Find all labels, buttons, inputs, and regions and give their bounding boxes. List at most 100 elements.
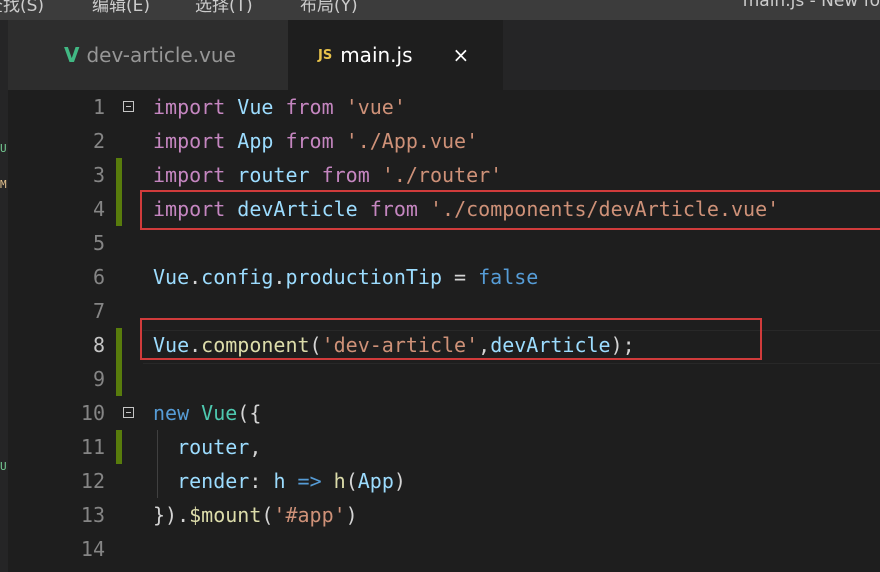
fold-icon[interactable]: [123, 407, 134, 418]
code-token: Vue: [237, 95, 274, 119]
code-line[interactable]: 14: [8, 532, 880, 566]
code-line[interactable]: 2 import App from './App.vue': [8, 124, 880, 158]
code-token: from: [285, 129, 334, 153]
line-number: 5: [92, 231, 105, 255]
code-token: =: [442, 265, 479, 289]
code-line[interactable]: 8 Vue.component('dev-article',devArticle)…: [8, 328, 880, 362]
tab-label: main.js: [340, 43, 413, 67]
code-token: false: [478, 265, 539, 289]
code-text: import devArticle from './components/dev…: [153, 192, 779, 226]
code-token: ,: [249, 435, 262, 459]
line-number: 10: [80, 401, 105, 425]
code-text: }).$mount('#app'): [153, 498, 358, 532]
code-token: router: [177, 435, 250, 459]
code-token: Vue: [153, 265, 190, 289]
code-text: router,: [153, 430, 261, 464]
code-token: h: [273, 469, 286, 493]
line-number: 2: [92, 129, 105, 153]
fold-icon[interactable]: [123, 101, 134, 112]
tab-bar: V dev-article.vue JS main.js ×: [8, 20, 880, 90]
code-token: import: [153, 95, 226, 119]
code-text: import App from './App.vue': [153, 124, 478, 158]
code-text: Vue.config.productionTip = false: [153, 260, 538, 294]
code-line[interactable]: 5: [8, 226, 880, 260]
code-text: render: h => h(App): [153, 464, 406, 498]
git-status-icon: U: [0, 460, 7, 473]
code-token: $mount: [189, 503, 262, 527]
line-number: 11: [80, 435, 105, 459]
code-token: './router': [381, 163, 503, 187]
code-token: .: [273, 265, 286, 289]
code-token: 'vue': [345, 95, 406, 119]
git-status-icon: U: [0, 142, 7, 155]
code-token: productionTip: [285, 265, 443, 289]
code-token: :: [249, 469, 274, 493]
vue-icon: V: [64, 43, 80, 67]
code-line[interactable]: 12 render: h => h(App): [8, 464, 880, 498]
code-token: App: [357, 469, 394, 493]
menu-bar: 查找(S) 编辑(E) 选择(T) 布局(Y) main.js - New fo: [0, 0, 880, 20]
code-token: (: [309, 333, 322, 357]
code-line[interactable]: 3 import router from './router': [8, 158, 880, 192]
tab-label: dev-article.vue: [86, 43, 236, 67]
line-number: 7: [92, 299, 105, 323]
code-token: h: [333, 469, 346, 493]
code-token: }).: [153, 503, 190, 527]
line-number: 6: [92, 265, 105, 289]
close-icon[interactable]: ×: [453, 43, 470, 67]
code-token: import: [153, 129, 226, 153]
code-editor[interactable]: 1 import Vue from 'vue' 2 import App from '…: [8, 90, 880, 572]
code-token: render: [177, 469, 250, 493]
code-token: .: [189, 265, 202, 289]
code-line[interactable]: 10 new Vue({: [8, 396, 880, 430]
menu-item-edit[interactable]: 编辑(E): [92, 0, 150, 16]
code-token: from: [285, 95, 334, 119]
code-token: ,: [478, 333, 491, 357]
code-token: './components/devArticle.vue': [429, 197, 780, 221]
menu-item-layout[interactable]: 布局(Y): [300, 0, 358, 16]
code-token: from: [321, 163, 370, 187]
code-token: Vue: [201, 401, 238, 425]
line-number: 3: [92, 163, 105, 187]
code-text: import Vue from 'vue': [153, 90, 406, 124]
code-line[interactable]: 1 import Vue from 'vue': [8, 90, 880, 124]
code-token: new: [153, 401, 190, 425]
code-line[interactable]: 13}).$mount('#app'): [8, 498, 880, 532]
code-token: router: [237, 163, 310, 187]
code-token: Vue: [153, 333, 190, 357]
code-token: '#app': [273, 503, 346, 527]
code-line[interactable]: 7: [8, 294, 880, 328]
tab-dev-article-vue[interactable]: V dev-article.vue: [8, 20, 288, 90]
code-line[interactable]: 9: [8, 362, 880, 396]
activity-bar: U M U: [0, 20, 8, 572]
menu-item-select[interactable]: 选择(T): [195, 0, 253, 16]
code-token: devArticle: [490, 333, 611, 357]
code-line[interactable]: 11 router,: [8, 430, 880, 464]
code-token: component: [201, 333, 310, 357]
code-token: =>: [297, 469, 322, 493]
code-line[interactable]: 6 Vue.config.productionTip = false: [8, 260, 880, 294]
tab-main-js[interactable]: JS main.js ×: [288, 20, 503, 90]
code-token: config: [201, 265, 274, 289]
menu-item-find[interactable]: 查找(S): [0, 0, 44, 16]
code-token: ({: [237, 401, 262, 425]
line-number: 1: [92, 95, 105, 119]
code-token: ): [345, 503, 358, 527]
code-token: import: [153, 197, 226, 221]
git-status-icon: M: [0, 178, 7, 191]
code-line[interactable]: 4 import devArticle from './components/de…: [8, 192, 880, 226]
line-number: 14: [80, 537, 105, 561]
